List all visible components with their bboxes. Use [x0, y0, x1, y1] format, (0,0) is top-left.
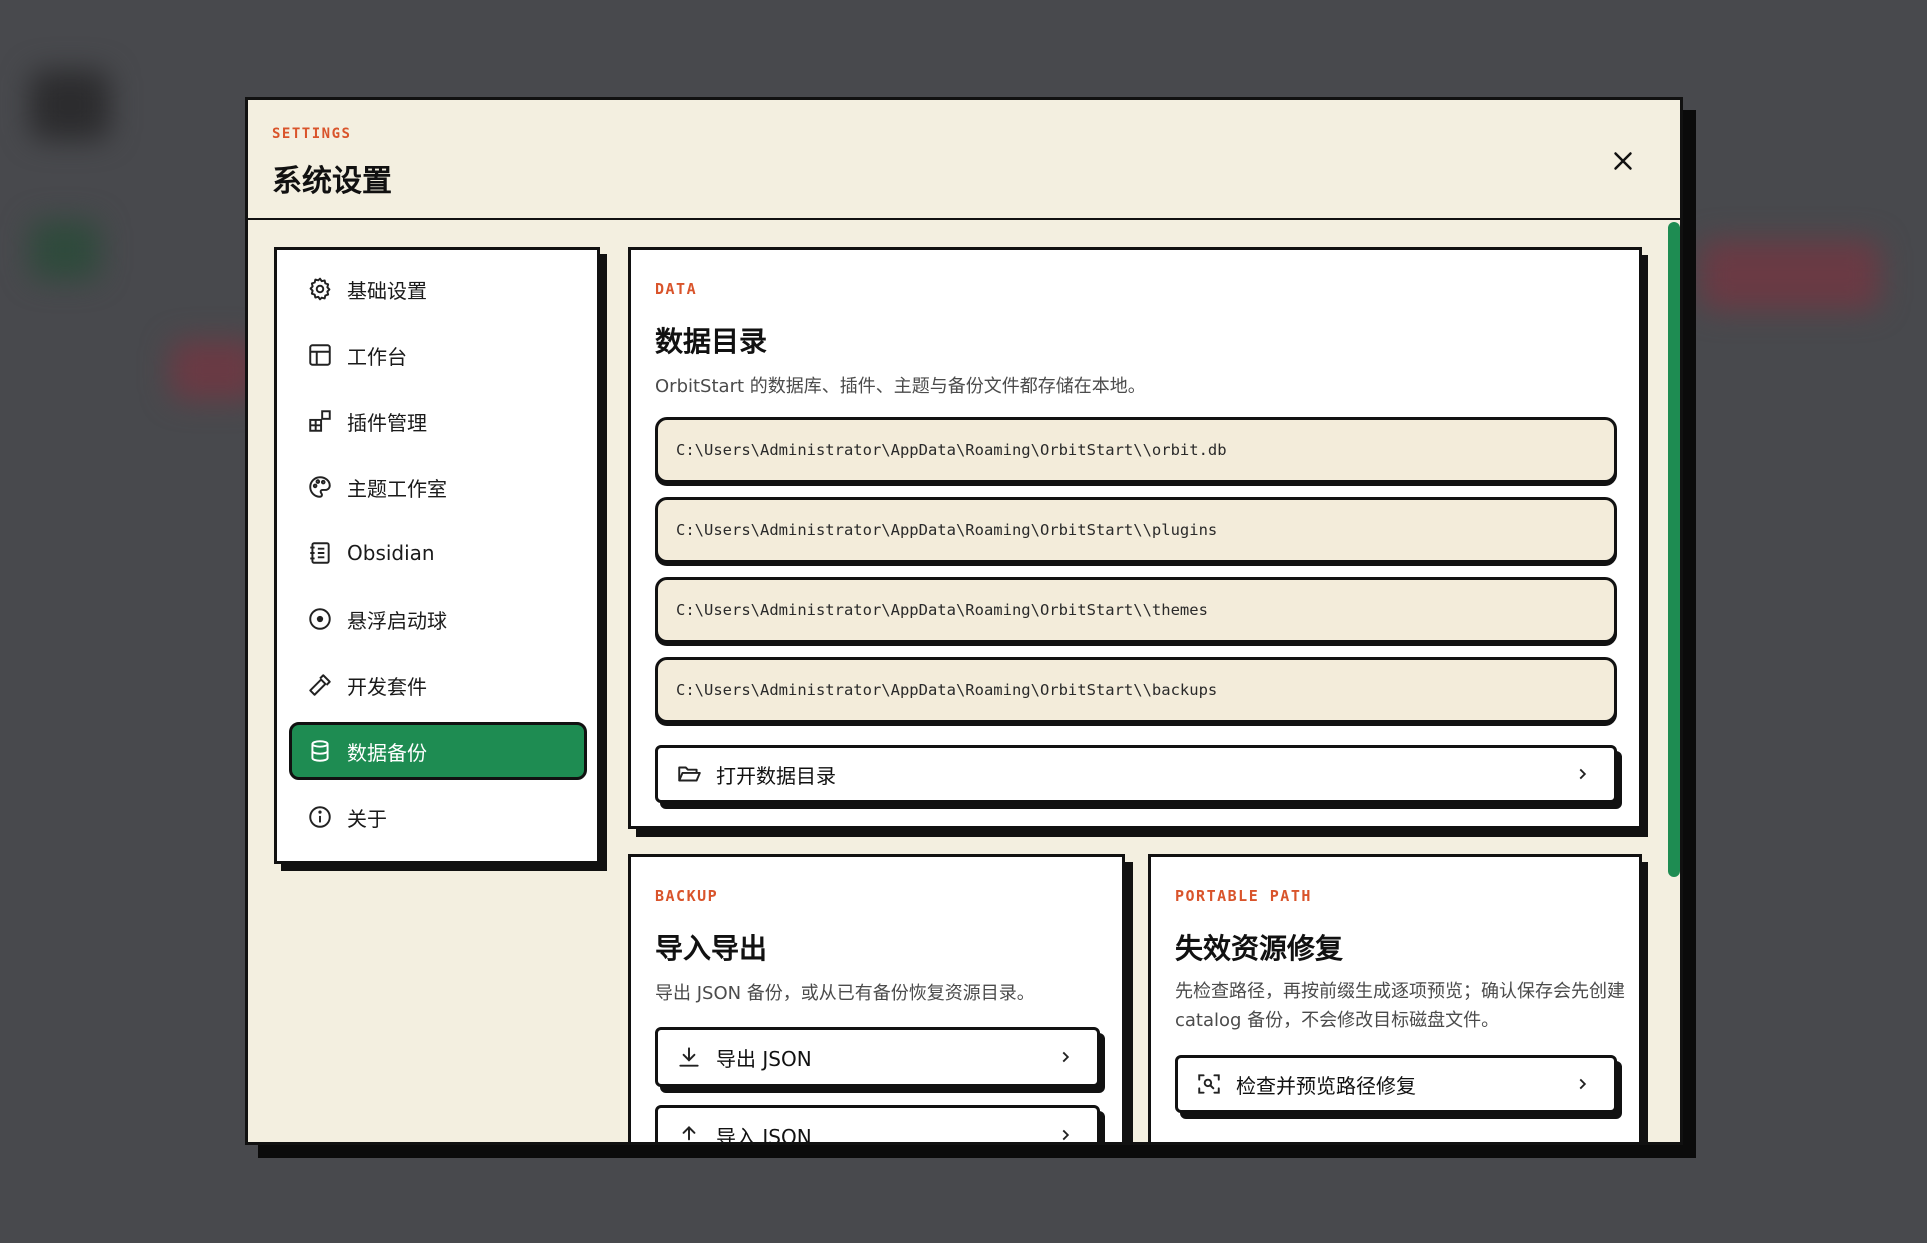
- sidebar-item-obsidian[interactable]: Obsidian: [289, 524, 587, 582]
- data-description: OrbitStart 的数据库、插件、主题与备份文件都存储在本地。: [655, 376, 1146, 397]
- download-icon: [679, 1047, 699, 1067]
- notebook-icon: [310, 542, 330, 564]
- settings-modal: SETTINGS 系统设置 基础设置 工作台 插件管理 主题工作室 Obsidi…: [245, 97, 1683, 1145]
- export-json-label: 导出 JSON: [716, 1046, 812, 1071]
- modal-header: SETTINGS 系统设置: [248, 100, 1680, 220]
- sidebar-item-floating-ball[interactable]: 悬浮启动球: [289, 590, 587, 648]
- data-eyebrow: DATA: [655, 280, 698, 298]
- close-icon: [1614, 152, 1632, 170]
- sidebar-item-label: 基础设置: [347, 278, 427, 303]
- sidebar-item-label: Obsidian: [347, 541, 435, 565]
- import-json-label: 导入 JSON: [716, 1124, 812, 1145]
- modal-title: 系统设置: [272, 164, 392, 199]
- folder-open-icon: [678, 766, 701, 782]
- path-database[interactable]: C:\Users\Administrator\AppData\Roaming\O…: [655, 417, 1617, 483]
- path-plugins[interactable]: C:\Users\Administrator\AppData\Roaming\O…: [655, 497, 1617, 563]
- portable-path-card: PORTABLE PATH 失效资源修复 先检查路径，再按前缀生成逐项预览；确认…: [1148, 854, 1642, 1142]
- open-data-directory-label: 打开数据目录: [716, 763, 836, 788]
- info-icon: [309, 806, 331, 828]
- target-icon: [309, 608, 331, 630]
- sidebar-item-themes[interactable]: 主题工作室: [289, 458, 587, 516]
- sidebar-item-about[interactable]: 关于: [289, 788, 587, 846]
- check-path-repair-button[interactable]: 检查并预览路径修复: [1175, 1055, 1617, 1113]
- portable-description: 先检查路径，再按前缀生成逐项预览；确认保存会先创建 catalog 备份，不会修…: [1175, 981, 1625, 1031]
- chevron-right-icon: [1062, 1129, 1070, 1141]
- sidebar-item-plugins[interactable]: 插件管理: [289, 392, 587, 450]
- sidebar-item-label: 数据备份: [347, 740, 427, 765]
- upload-icon: [682, 1126, 696, 1141]
- backup-description: 导出 JSON 备份，或从已有备份恢复资源目录。: [655, 983, 1035, 1004]
- portable-eyebrow: PORTABLE PATH: [1175, 887, 1312, 905]
- portable-title: 失效资源修复: [1175, 932, 1344, 965]
- sidebar-item-data-backup[interactable]: 数据备份: [289, 722, 587, 780]
- open-data-directory-button[interactable]: 打开数据目录: [655, 745, 1617, 803]
- modal-eyebrow: SETTINGS: [272, 126, 352, 142]
- chevron-right-icon: [1062, 1051, 1070, 1063]
- sidebar-item-label: 主题工作室: [347, 476, 447, 501]
- palette-icon: [309, 476, 331, 498]
- sidebar-item-label: 悬浮启动球: [347, 608, 447, 633]
- backup-eyebrow: BACKUP: [655, 887, 719, 905]
- puzzle-icon: [309, 410, 331, 432]
- backdrop-blur: [1700, 240, 1880, 310]
- sidebar-item-devkit[interactable]: 开发套件: [289, 656, 587, 714]
- content-scrollbar[interactable]: [1668, 222, 1680, 877]
- database-icon: [311, 740, 329, 762]
- chevron-right-icon: [1579, 1078, 1587, 1090]
- backdrop-blur: [30, 220, 100, 280]
- sidebar-item-workbench[interactable]: 工作台: [289, 326, 587, 384]
- sidebar-item-basic[interactable]: 基础设置: [289, 260, 587, 318]
- hammer-icon: [309, 674, 331, 696]
- scan-search-icon: [1198, 1074, 1220, 1094]
- path-backups[interactable]: C:\Users\Administrator\AppData\Roaming\O…: [655, 657, 1617, 723]
- sidebar-item-label: 关于: [347, 806, 387, 831]
- settings-sidebar: 基础设置 工作台 插件管理 主题工作室 Obsidian 悬浮启动球 开发套件: [274, 247, 600, 864]
- export-json-button[interactable]: 导出 JSON: [655, 1027, 1100, 1087]
- close-button[interactable]: [1608, 146, 1638, 176]
- sidebar-item-label: 插件管理: [347, 410, 427, 435]
- path-themes[interactable]: C:\Users\Administrator\AppData\Roaming\O…: [655, 577, 1617, 643]
- chevron-right-icon: [1579, 768, 1587, 780]
- data-title: 数据目录: [655, 325, 768, 358]
- settings-content: DATA 数据目录 OrbitStart 的数据库、插件、主题与备份文件都存储在…: [628, 247, 1648, 1145]
- import-export-card: BACKUP 导入导出 导出 JSON 备份，或从已有备份恢复资源目录。 导出 …: [628, 854, 1125, 1145]
- backdrop-blur: [30, 70, 110, 140]
- backup-title: 导入导出: [655, 932, 768, 965]
- import-json-button[interactable]: 导入 JSON: [655, 1105, 1100, 1145]
- sidebar-item-label: 工作台: [347, 344, 407, 369]
- gear-icon: [309, 277, 331, 301]
- data-directory-card: DATA 数据目录 OrbitStart 的数据库、插件、主题与备份文件都存储在…: [628, 247, 1642, 829]
- layout-icon: [309, 344, 331, 366]
- sidebar-item-label: 开发套件: [347, 674, 427, 699]
- check-path-repair-label: 检查并预览路径修复: [1236, 1073, 1416, 1098]
